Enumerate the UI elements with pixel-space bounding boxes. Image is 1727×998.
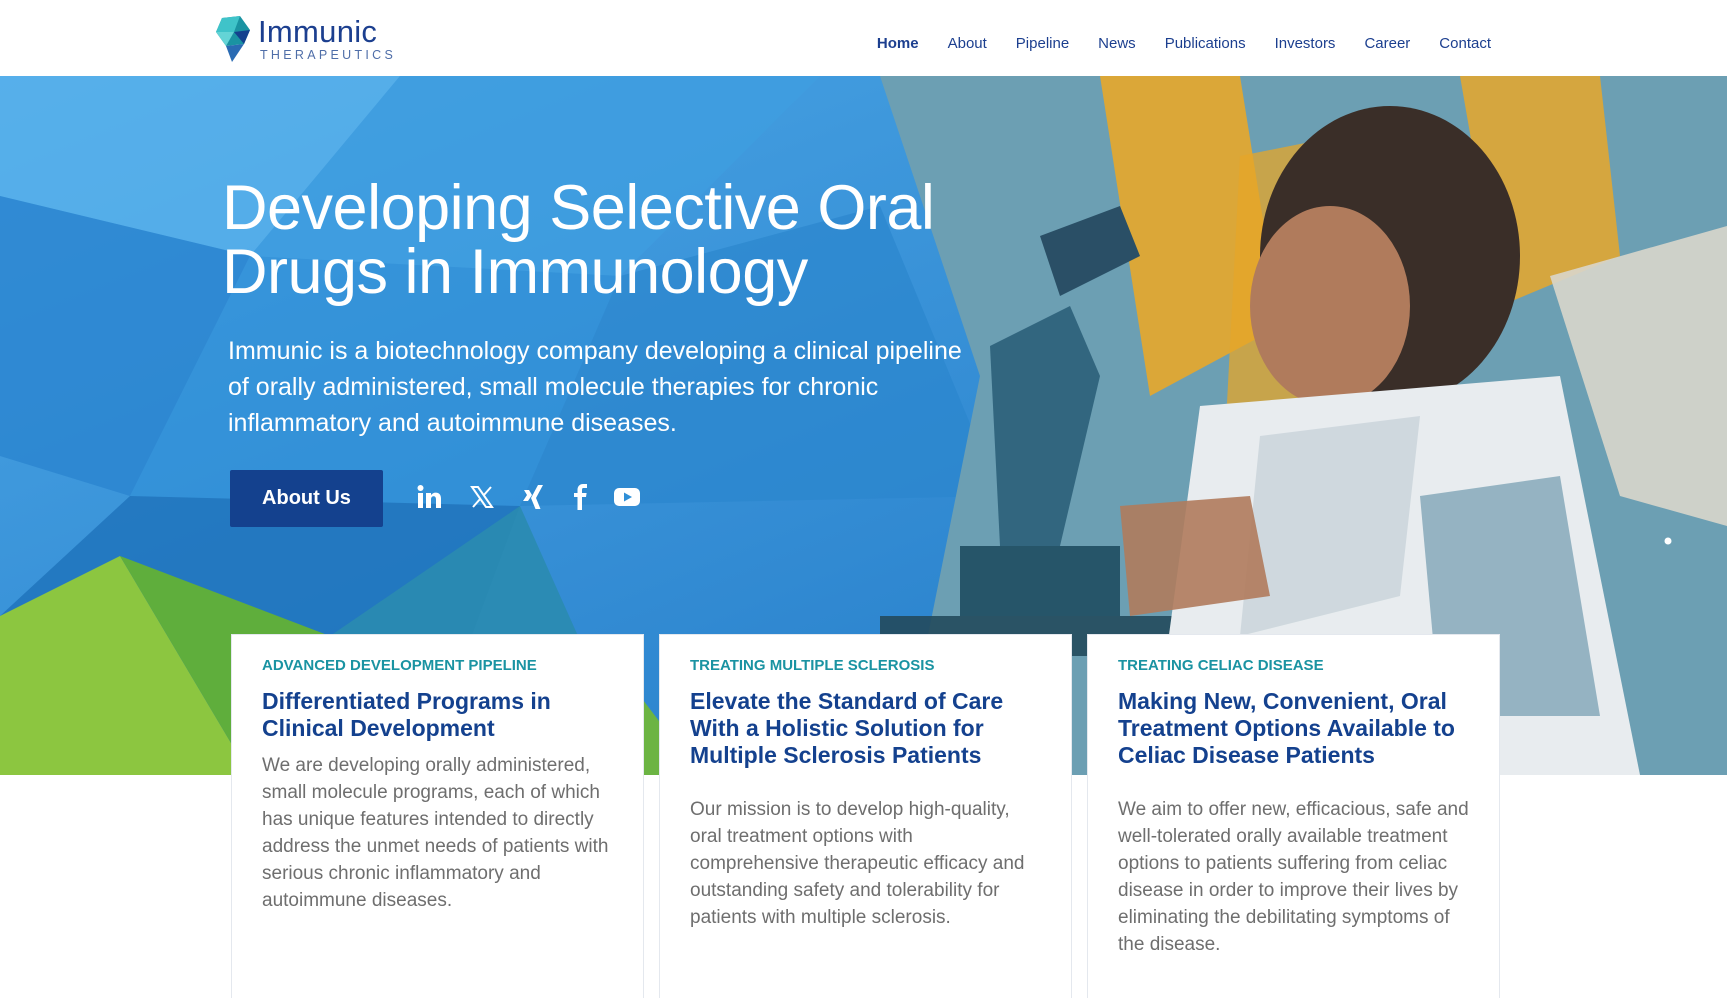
- nav-home[interactable]: Home: [877, 35, 919, 52]
- hero-description: Immunic is a biotechnology company devel…: [228, 337, 962, 437]
- nav-publications[interactable]: Publications: [1165, 35, 1246, 52]
- hero-title-line2: Drugs in Immunology: [222, 237, 808, 307]
- nav-investors[interactable]: Investors: [1275, 35, 1336, 52]
- main-nav: Home About Pipeline News Publications In…: [848, 35, 1491, 52]
- nav-about[interactable]: About: [948, 35, 987, 52]
- logo[interactable]: Immunic THERAPEUTICS: [214, 14, 396, 64]
- logo-subtitle: THERAPEUTICS: [260, 48, 397, 62]
- card-pipeline: ADVANCED DEVELOPMENT PIPELINE Differenti…: [231, 634, 644, 998]
- logo-name: Immunic: [258, 14, 378, 49]
- x-icon[interactable]: [466, 481, 498, 513]
- card-title[interactable]: Differentiated Programs in Clinical Deve…: [262, 688, 613, 742]
- linkedin-icon[interactable]: [413, 481, 445, 513]
- card-title[interactable]: Elevate the Standard of Care With a Holi…: [690, 688, 1041, 769]
- logo-mark-icon: [216, 16, 250, 62]
- card-kicker: ADVANCED DEVELOPMENT PIPELINE: [262, 657, 537, 674]
- card-multiple-sclerosis: TREATING MULTIPLE SCLEROSIS Elevate the …: [659, 634, 1072, 998]
- card-body: We aim to offer new, efficacious, safe a…: [1118, 799, 1469, 955]
- card-body: We are developing orally administered, s…: [262, 755, 609, 911]
- xing-icon[interactable]: [517, 481, 549, 513]
- nav-career[interactable]: Career: [1364, 35, 1410, 52]
- nav-news[interactable]: News: [1098, 35, 1136, 52]
- facebook-icon[interactable]: [564, 481, 596, 513]
- about-us-button[interactable]: About Us: [230, 470, 383, 527]
- nav-pipeline[interactable]: Pipeline: [1016, 35, 1069, 52]
- card-title[interactable]: Making New, Convenient, Oral Treatment O…: [1118, 688, 1469, 769]
- card-body: Our mission is to develop high-quality, …: [690, 799, 1025, 928]
- nav-contact[interactable]: Contact: [1439, 35, 1491, 52]
- hero-title-line1: Developing Selective Oral: [222, 173, 935, 243]
- site-header: Immunic THERAPEUTICS Home About Pipeline…: [0, 0, 1727, 76]
- card-kicker: TREATING MULTIPLE SCLEROSIS: [690, 657, 935, 674]
- youtube-icon[interactable]: [611, 481, 643, 513]
- card-kicker: TREATING CELIAC DISEASE: [1118, 657, 1324, 674]
- card-celiac-disease: TREATING CELIAC DISEASE Making New, Conv…: [1087, 634, 1500, 998]
- hero-title: Developing Selective Oral Drugs in Immun…: [222, 176, 1022, 304]
